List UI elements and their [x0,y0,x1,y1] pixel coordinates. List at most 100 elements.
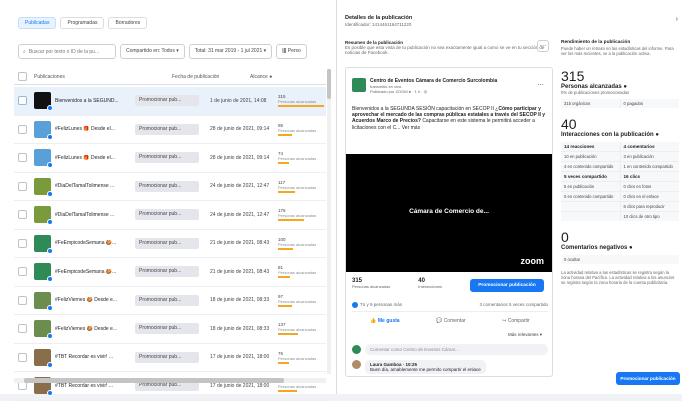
page-name[interactable]: Centro de Eventos Cámara de Comercio Sur… [370,78,497,94]
period-filter-dropdown[interactable]: Total: 31 mar 2019 - 1 jul 2021 ▾ [188,44,273,59]
columns-button[interactable]: ||| Perso [276,44,307,59]
post-text[interactable]: #FelizLunes 🎁 Desde el... [55,126,129,132]
promote-button[interactable]: Promocionar pub... [135,123,199,135]
share-button[interactable]: ↪ Compartir [502,318,530,324]
post-thumbnail[interactable] [34,291,53,311]
comment-author-avatar[interactable] [352,360,361,369]
close-icon[interactable]: › [676,16,678,23]
row-checkbox[interactable] [18,210,27,220]
row-checkbox[interactable] [18,267,27,277]
post-text[interactable]: #FeEmpicodeSemana 🍪... [55,240,129,246]
more-options-button[interactable]: … [537,40,549,52]
reach-bar [278,162,289,165]
post-thumbnail[interactable] [34,206,53,226]
post-text[interactable]: #DiaDelTamalTolimense ... [55,212,129,218]
promote-button[interactable]: Promocionar pub... [135,266,199,278]
promote-button[interactable]: Promocionar pub... [135,95,199,107]
vertical-scrollbar[interactable] [327,69,331,374]
post-text[interactable]: Bienvenidos a la SEGUND... [55,98,129,104]
row-checkbox[interactable] [18,352,27,362]
comment-input[interactable]: Comentar como Centro de Eventos Cámar... [365,344,548,355]
post-date: 17 de junio de 2021, 18:00 [210,382,270,389]
table-row[interactable]: #FeEmpicodeSemana 🍪... Promocionar pub..… [14,258,326,287]
post-text[interactable]: #FelizViernes 🍪 Desde e... [55,297,129,303]
page-avatar[interactable] [352,78,366,92]
table-row[interactable]: #DiaDelTamalTolimense ... Promocionar pu… [14,173,326,201]
tab-publicadas[interactable]: Publicadas [18,17,57,29]
post-text[interactable]: #TBT Recordar es vivir! ... [55,383,129,389]
horizontal-scrollbar[interactable] [14,378,326,383]
timezone-note: La actividad relativa a las estadísticas… [561,270,675,286]
post-thumbnail[interactable] [34,320,53,340]
table-row[interactable]: #TBT Recordar es vivir! ... Promocionar … [14,372,326,401]
promote-button[interactable]: Promocionar pub... [135,237,199,249]
comment-button[interactable]: 💬 Comentar [436,318,466,324]
promote-button[interactable]: Promocionar pub... [135,209,199,221]
table-row[interactable]: #FelizLunes 🎁 Desde el... Promocionar pu… [14,116,326,144]
post-thumbnail[interactable] [34,234,53,254]
search-input[interactable]: ⌕ Buscar por texto o ID de la pu... [18,44,116,59]
row-checkbox[interactable] [18,96,27,106]
reach-bar [278,304,293,307]
post-type-icon [47,390,53,397]
shared-filter-label: Compartido en: Todos [126,48,175,54]
promote-post-button[interactable]: Promocionar publicación [470,279,544,292]
col-publicaciones[interactable]: Publicaciones [34,74,142,80]
reach-cell: 74 Personas alcanzadas [278,151,324,165]
like-button[interactable]: 👍 Me gusta [370,318,399,324]
search-placeholder: Buscar por texto o ID de la pu... [28,48,100,55]
shared-filter-dropdown[interactable]: Compartido en: Todos ▾ [120,44,185,59]
tab-programadas[interactable]: Programadas [60,17,105,29]
table-row[interactable]: #FelizViernes 🍪 Desde e... Promocionar p… [14,315,326,344]
col-alcance[interactable]: Alcance ● [250,74,272,80]
table-row[interactable]: #FelizLunes 🎁 Desde el... Promocionar pu… [14,144,326,173]
row-checkbox[interactable] [18,124,27,134]
post-text[interactable]: #DiaDelTamalTolimense ... [55,183,129,189]
col-fecha[interactable]: Fecha de publicación [172,74,244,80]
row-checkbox[interactable] [18,295,27,305]
reaction-summary[interactable]: Tú y 9 personas más 3 comentarios 5 veces… [352,302,548,312]
table-row[interactable]: #FeEmpicodeSemana 🍪... Promocionar pub..… [14,230,326,258]
promote-button[interactable]: Promocionar pub... [135,294,199,306]
table-row[interactable]: #FelizViernes 🍪 Desde e... Promocionar p… [14,287,326,315]
info-icon: ● [269,73,273,80]
post-text[interactable]: #FeEmpicodeSemana 🍪... [55,269,129,275]
promote-button[interactable]: Promocionar pub... [135,351,199,363]
post-thumbnail[interactable] [34,177,53,197]
hscroll-thumb[interactable] [24,378,284,383]
post-text[interactable]: #FelizViernes 🍪 Desde e... [55,326,129,332]
post-thumbnail[interactable] [34,348,53,368]
tab-borradores[interactable]: Borradores [108,17,148,29]
select-all-checkbox[interactable] [18,72,27,81]
post-text[interactable]: #FelizLunes 🎁 Desde el... [55,155,129,161]
sort-comments-dropdown[interactable]: Más relevantes ▾ [508,332,542,338]
post-thumbnail[interactable] [34,92,53,112]
promote-button[interactable]: Promocionar pub... [135,323,199,335]
reach-bar [278,219,304,222]
row-checkbox[interactable] [18,238,27,248]
post-thumbnail[interactable] [34,149,53,169]
row-checkbox[interactable] [18,181,27,191]
row-checkbox[interactable] [18,153,27,163]
promote-button[interactable]: Promocionar pub... [135,152,199,164]
table-row[interactable]: #DiaDelTamalTolimense ... Promocionar pu… [14,201,326,230]
reach-bar [278,190,296,193]
promote-publication-button[interactable]: Promocionar publicación [616,372,680,385]
post-options-icon[interactable]: … [537,80,544,87]
reach-label: Personas alcanzadas [278,355,317,361]
chevron-down-icon: ▾ [263,48,267,54]
post-thumbnail[interactable] [34,120,53,140]
video-player[interactable]: Cámara de Comercio de... zoom [346,154,552,272]
reach-label: Personas alcanzadas [278,241,317,247]
row-checkbox[interactable] [18,324,27,334]
promote-button[interactable]: Promocionar pub... [135,180,199,192]
post-thumbnail[interactable] [34,263,53,283]
post-text[interactable]: #TBT Recordar es vivir! ... [55,354,129,360]
post-type-icon [47,247,53,254]
reach-cell: 176 Personas alcanzadas [278,208,324,222]
scroll-thumb[interactable] [327,69,331,99]
table-row[interactable]: #TBT Recordar es vivir! ... Promocionar … [14,344,326,372]
detail-panel: Detalles de la publicación Identificador… [336,0,682,394]
table-row[interactable]: Bienvenidos a la SEGUND... Promocionar p… [14,87,326,116]
comment-input-row: Comentar como Centro de Eventos Cámar... [352,343,548,356]
